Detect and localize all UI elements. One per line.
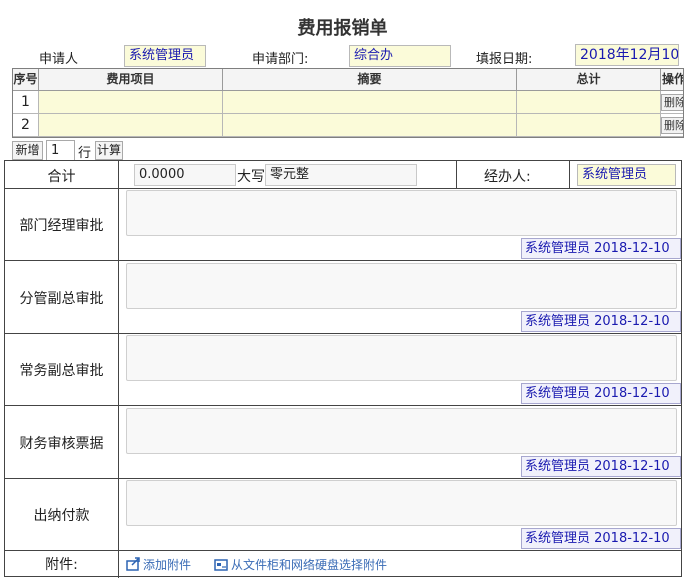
add-attachment-label: 添加附件 bbox=[143, 558, 192, 572]
col-index: 序号 bbox=[13, 69, 39, 91]
approval-label: 常务副总审批 bbox=[19, 363, 104, 379]
approval-form: 合计 0.0000 大写 零元整 经办人: 系统管理员 部门经理审批 系统管理员… bbox=[4, 160, 682, 578]
select-from-cabinet-label: 从文件柜和网络硬盘选择附件 bbox=[231, 558, 388, 572]
row-index: 2 bbox=[13, 114, 39, 136]
approval-signature: 系统管理员 2018-12-10 bbox=[521, 238, 681, 259]
delete-row-button[interactable]: 删除 bbox=[661, 94, 683, 111]
select-from-cabinet-link[interactable]: 从文件柜和网络硬盘选择附件 bbox=[214, 556, 387, 573]
applicant-field[interactable]: 系统管理员 bbox=[124, 45, 206, 67]
approval-label: 财务审核票据 bbox=[19, 436, 104, 452]
total-input[interactable] bbox=[517, 91, 661, 113]
approval-signature: 系统管理员 2018-12-10 bbox=[521, 311, 681, 332]
dept-manager-opinion-input[interactable] bbox=[126, 190, 677, 236]
cashier-opinion-input[interactable] bbox=[126, 480, 677, 526]
expense-item-input[interactable] bbox=[39, 91, 223, 113]
add-row-button[interactable]: 新增 bbox=[12, 141, 43, 160]
total-input[interactable] bbox=[517, 114, 661, 136]
col-total: 总计 bbox=[517, 69, 661, 91]
row-index: 1 bbox=[13, 91, 39, 113]
add-attachment-link[interactable]: 添加附件 bbox=[126, 556, 191, 573]
handler-field[interactable]: 系统管理员 bbox=[577, 164, 676, 186]
handler-label: 经办人: bbox=[484, 169, 531, 185]
approval-signature: 系统管理员 2018-12-10 bbox=[521, 528, 681, 549]
vp-opinion-input[interactable] bbox=[126, 263, 677, 309]
expense-item-input[interactable] bbox=[39, 114, 223, 136]
delete-row-button[interactable]: 删除 bbox=[661, 117, 683, 134]
capital-amount-field[interactable]: 零元整 bbox=[265, 164, 417, 186]
col-expense-item: 费用项目 bbox=[39, 69, 223, 91]
upload-icon bbox=[126, 557, 140, 571]
expense-detail-grid: 序号 费用项目 摘要 总计 操作 1 删除 2 删除 bbox=[12, 68, 684, 138]
date-field[interactable]: 2018年12月10日 bbox=[575, 44, 679, 66]
file-cabinet-icon bbox=[214, 559, 228, 571]
approval-signature: 系统管理员 2018-12-10 bbox=[521, 456, 681, 477]
table-row: 2 删除 bbox=[13, 114, 683, 137]
total-amount-field[interactable]: 0.0000 bbox=[134, 164, 236, 186]
col-action: 操作 bbox=[662, 72, 684, 86]
grid-header: 序号 费用项目 摘要 总计 操作 bbox=[13, 69, 683, 91]
approval-label: 分管副总审批 bbox=[19, 291, 104, 307]
row-count-input[interactable]: 1 bbox=[46, 140, 75, 161]
form-title: 费用报销单 bbox=[297, 18, 388, 39]
col-summary: 摘要 bbox=[223, 69, 517, 91]
finance-opinion-input[interactable] bbox=[126, 408, 677, 454]
approval-label: 部门经理审批 bbox=[19, 218, 104, 234]
approval-label: 出纳付款 bbox=[33, 508, 90, 524]
approval-signature: 系统管理员 2018-12-10 bbox=[521, 383, 681, 404]
dept-field[interactable]: 综合办 bbox=[349, 45, 451, 67]
applicant-label: 申请人 bbox=[39, 52, 79, 67]
date-label: 填报日期: bbox=[476, 52, 533, 67]
executive-vp-opinion-input[interactable] bbox=[126, 335, 677, 381]
attachment-label: 附件: bbox=[45, 557, 78, 573]
capital-label: 大写 bbox=[237, 169, 265, 185]
total-label: 合计 bbox=[47, 169, 76, 185]
summary-input[interactable] bbox=[223, 91, 517, 113]
row-unit-label: 行 bbox=[78, 146, 92, 161]
summary-input[interactable] bbox=[223, 114, 517, 136]
dept-label: 申请部门: bbox=[252, 52, 309, 67]
calculate-button[interactable]: 计算 bbox=[95, 141, 123, 160]
table-row: 1 删除 bbox=[13, 91, 683, 114]
